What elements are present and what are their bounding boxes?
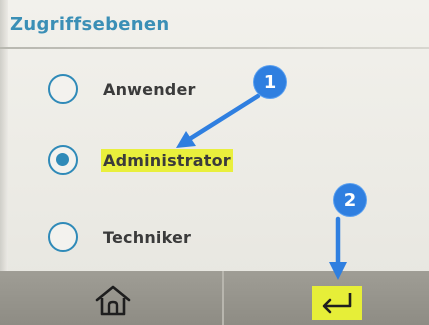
annotation-badge-2: 2 [334, 184, 366, 216]
annotation-arrows [176, 93, 347, 280]
screen: Zugriffsebenen Anwender Administrator Te… [0, 0, 429, 325]
annotation-badge-1: 1 [254, 66, 286, 98]
annotation-arrow-2 [329, 216, 347, 280]
annotation-arrow-1 [176, 93, 261, 148]
